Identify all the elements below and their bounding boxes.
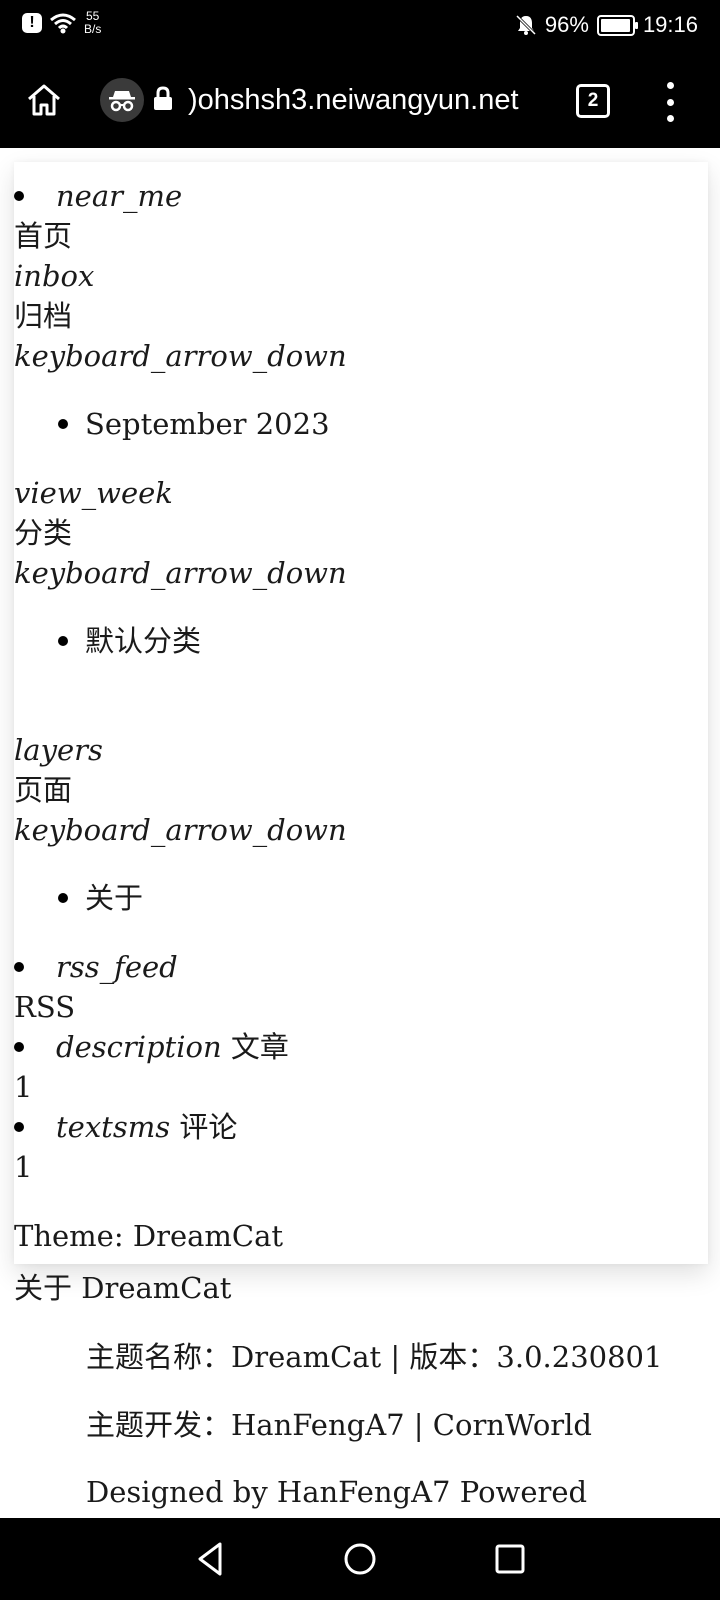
dot-icon bbox=[666, 98, 674, 106]
stat-comments: textsms 评论 bbox=[56, 1107, 237, 1147]
menu-rss-link[interactable]: RSS bbox=[14, 987, 75, 1027]
description-icon: description bbox=[56, 1030, 222, 1064]
dot-icon bbox=[666, 82, 674, 89]
dot-icon bbox=[666, 115, 674, 122]
bullet-icon bbox=[14, 1122, 24, 1132]
textsms-icon: textsms bbox=[56, 1110, 171, 1144]
rss-feed-icon: rss_feed bbox=[56, 950, 178, 984]
clock: 19:16 bbox=[642, 12, 698, 37]
bullet-icon bbox=[14, 962, 24, 972]
inbox-icon: inbox bbox=[14, 259, 95, 293]
theme-label: Theme: DreamCat bbox=[14, 1219, 284, 1253]
page-content: near_me 首页 inbox 归档 keyboard_arrow_down … bbox=[0, 148, 720, 1518]
chevron-down-icon[interactable]: keyboard_arrow_down bbox=[14, 810, 347, 850]
wifi-icon bbox=[50, 13, 76, 34]
stat-comments-label: 评论 bbox=[179, 1110, 238, 1144]
stat-articles-count: 1 bbox=[14, 1070, 33, 1104]
stat-articles-label: 文章 bbox=[230, 1030, 289, 1064]
layers-icon: layers bbox=[14, 733, 103, 767]
more-options-button[interactable] bbox=[662, 82, 678, 122]
near-me-icon: near_me bbox=[56, 179, 183, 213]
browser-toolbar: )ohshsh3.neiwangyun.net 2 bbox=[0, 52, 720, 148]
bullet-icon bbox=[14, 191, 24, 201]
status-right: 96% 19:16 bbox=[515, 12, 698, 38]
bullet-icon bbox=[58, 419, 68, 429]
bell-off-icon bbox=[515, 14, 536, 36]
battery-percent: 96% bbox=[544, 12, 589, 37]
tab-switcher-button[interactable]: 2 bbox=[576, 84, 610, 118]
home-nav-icon[interactable] bbox=[339, 1538, 381, 1580]
battery-icon bbox=[596, 14, 638, 36]
bullet-icon bbox=[14, 1042, 24, 1052]
archive-item-link[interactable]: September 2023 bbox=[85, 404, 330, 444]
side-menu-panel: near_me 首页 inbox 归档 keyboard_arrow_down … bbox=[14, 162, 708, 1264]
about-title: 关于 DreamCat bbox=[14, 1271, 232, 1305]
recents-icon[interactable] bbox=[489, 1538, 531, 1580]
menu-home-link[interactable]: 首页 bbox=[14, 216, 72, 256]
bullet-icon bbox=[58, 893, 68, 903]
bullet-icon bbox=[58, 636, 68, 646]
stat-articles: description 文章 bbox=[56, 1027, 289, 1067]
url-bar[interactable]: )ohshsh3.neiwangyun.net bbox=[188, 80, 538, 120]
about-line-1: 主题名称：DreamCat | 版本：3.0.230801 bbox=[86, 1340, 663, 1374]
pages-item-link[interactable]: 关于 bbox=[85, 878, 143, 918]
incognito-icon[interactable] bbox=[100, 78, 144, 122]
status-bar: ! 55 B/s 96% 19:16 bbox=[0, 0, 720, 52]
category-item-link[interactable]: 默认分类 bbox=[85, 621, 201, 661]
speed-unit: B/s bbox=[84, 22, 102, 36]
menu-archive-link[interactable]: 归档 bbox=[14, 296, 72, 336]
network-speed: 55 B/s bbox=[84, 10, 101, 36]
stat-comments-count: 1 bbox=[14, 1150, 33, 1184]
lock-icon bbox=[154, 86, 172, 110]
alert-icon: ! bbox=[22, 13, 42, 33]
about-line-3: Designed by HanFengA7 Powered bbox=[86, 1475, 588, 1509]
chevron-down-icon[interactable]: keyboard_arrow_down bbox=[14, 553, 347, 593]
system-nav-bar bbox=[0, 1518, 720, 1600]
back-icon[interactable] bbox=[190, 1538, 232, 1580]
view-week-icon: view_week bbox=[14, 476, 173, 510]
status-left: ! 55 B/s bbox=[22, 10, 101, 36]
menu-pages-link[interactable]: 页面 bbox=[14, 770, 72, 810]
chevron-down-icon[interactable]: keyboard_arrow_down bbox=[14, 336, 347, 376]
about-line-2: 主题开发：HanFengA7 | CornWorld bbox=[86, 1408, 592, 1442]
menu-category-link[interactable]: 分类 bbox=[14, 513, 72, 553]
home-icon[interactable] bbox=[24, 80, 64, 120]
